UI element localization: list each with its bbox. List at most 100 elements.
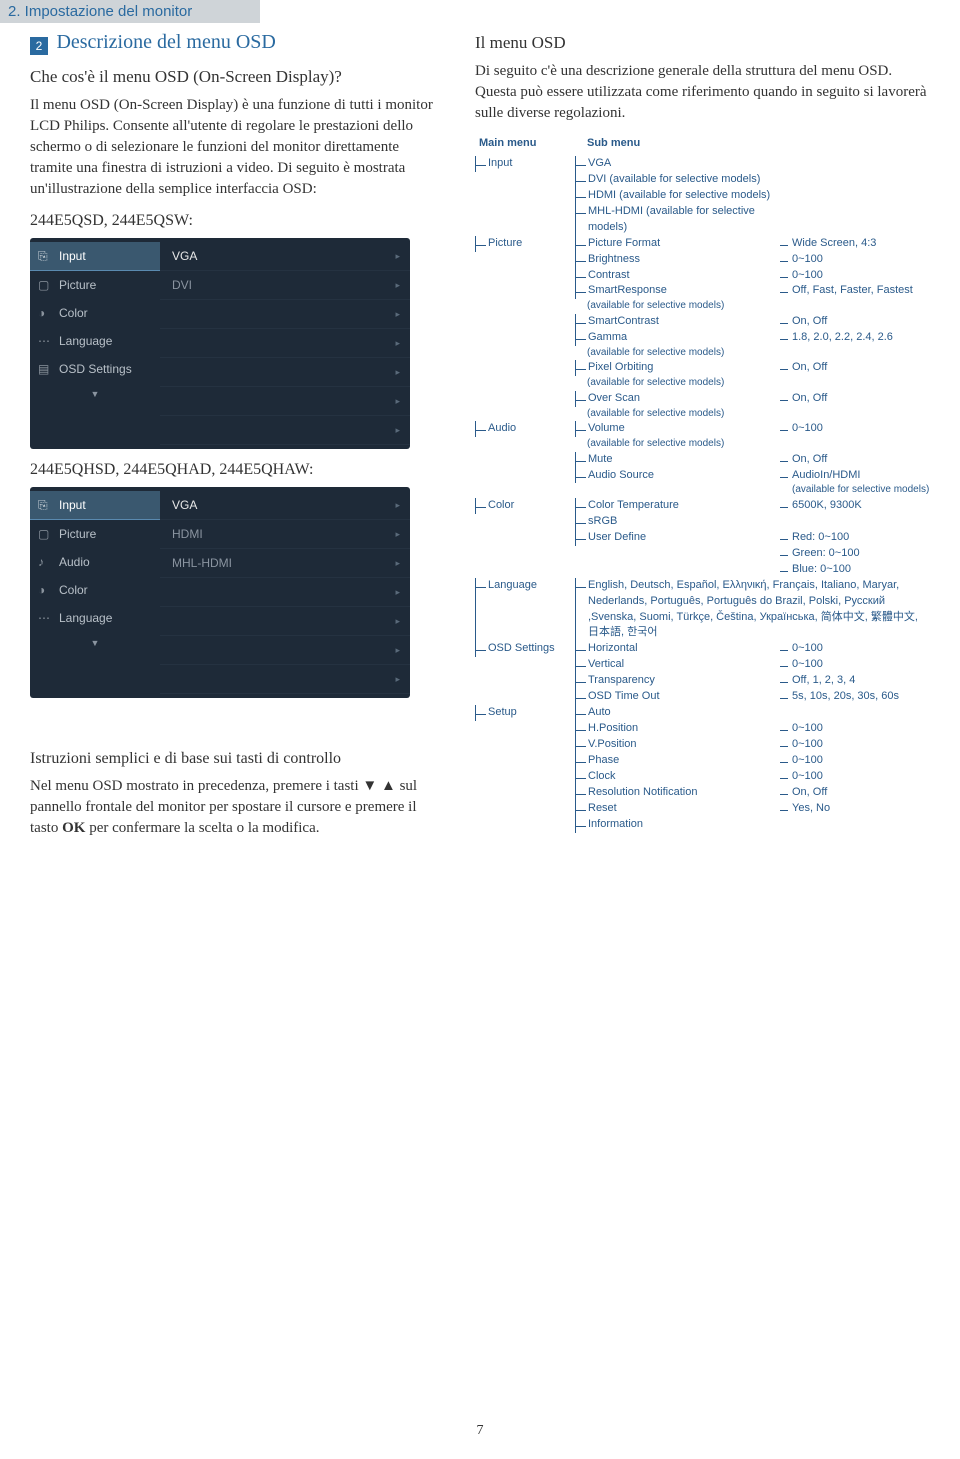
tree-smartcontrast: SmartContrast [575, 314, 780, 330]
tree-note: (available for selective models) [575, 437, 780, 452]
menu-tree: Main menu Sub menu InputVGA DVI (availab… [475, 136, 930, 833]
osd1-language[interactable]: ⋯ Language [30, 327, 160, 355]
subsection-title: Descrizione del menu OSD [56, 31, 275, 54]
tree-input: Input [475, 156, 575, 172]
plug-icon: ⎘ [38, 249, 52, 263]
osd-panel-2: ⎘Input ▢Picture ♪Audio ◑Color ⋯Language … [30, 487, 410, 698]
color-icon: ◑ [38, 306, 52, 320]
tree-gamma-val: 1.8, 2.0, 2.2, 2.4, 2.6 [780, 330, 930, 346]
tree-color: Color [475, 498, 575, 514]
osd2-left-menu: ⎘Input ▢Picture ♪Audio ◑Color ⋯Language … [30, 487, 160, 698]
osd1-color[interactable]: ◑ Color [30, 299, 160, 327]
tree-auto: Auto [575, 705, 780, 721]
osd2-color[interactable]: ◑ Color [30, 576, 160, 604]
osd2-vga[interactable]: VGA [160, 491, 410, 520]
tree-setup: Setup [475, 705, 575, 721]
tree-pixelorbit-val: On, Off [780, 360, 930, 376]
tree-resnotif-val: On, Off [780, 785, 930, 801]
plug-icon: ⎘ [38, 498, 52, 512]
osd2-item-label: Color [59, 583, 88, 597]
osd1-empty [160, 416, 410, 445]
osd2-empty [160, 636, 410, 665]
osd1-item-label: Input [59, 249, 86, 263]
main-menu-header: Main menu [475, 136, 575, 152]
tree-note: (available for selective models) [575, 376, 780, 391]
settings-icon: ▤ [38, 362, 52, 376]
osd1-empty [160, 358, 410, 387]
right-paragraph: Di seguito c'è una descrizione generale … [475, 61, 930, 124]
tree-clock: Clock [575, 769, 780, 785]
osd2-picture[interactable]: ▢Picture [30, 520, 160, 548]
left-column: 2 Descrizione del menu OSD Che cos'è il … [30, 23, 445, 851]
tree-mute-val: On, Off [780, 452, 930, 468]
tree-language: Language [475, 578, 575, 642]
question-osd: Che cos'è il menu OSD (On-Screen Display… [30, 67, 445, 87]
tree-brightness: Brightness [575, 252, 780, 268]
tree-horizontal-val: 0~100 [780, 641, 930, 657]
sub-menu-header: Sub menu [575, 136, 930, 152]
tree-input-mhl: MHL-HDMI (available for selective models… [575, 204, 780, 236]
arrow-down-icon[interactable]: ▼ [30, 632, 160, 654]
tree-note: (available for selective models) [780, 483, 930, 498]
tree-brightness-val: 0~100 [780, 252, 930, 268]
tree-gamma: Gamma [575, 330, 780, 346]
osd1-item-label: Color [59, 306, 88, 320]
tree-smartresponse-val: Off, Fast, Faster, Fastest [780, 283, 930, 299]
osd1-picture[interactable]: ▢Picture [30, 271, 160, 299]
page-number: 7 [477, 1423, 484, 1439]
tree-reset-val: Yes, No [780, 801, 930, 817]
tree-phase: Phase [575, 753, 780, 769]
color-icon: ◑ [38, 583, 52, 597]
tree-contrast-val: 0~100 [780, 268, 930, 284]
globe-icon: ⋯ [38, 611, 52, 625]
osd1-input[interactable]: ⎘ Input [30, 242, 160, 271]
osd1-dvi[interactable]: DVI [160, 271, 410, 300]
tree-volume-val: 0~100 [780, 421, 930, 437]
instr-part-c: per confermare la scelta o la modifica. [85, 820, 319, 836]
tree-language-list: English, Deutsch, Español, Ελληνική, Fra… [575, 578, 930, 642]
osd1-item-label: Language [59, 334, 112, 348]
tree-horizontal: Horizontal [575, 641, 780, 657]
osd2-item-label: Language [59, 611, 112, 625]
tree-audio: Audio [475, 421, 575, 437]
osd1-right-menu: VGA DVI [160, 238, 410, 449]
tree-vertical-val: 0~100 [780, 657, 930, 673]
osd2-item-label: Input [59, 498, 86, 512]
tree-hposition-val: 0~100 [780, 721, 930, 737]
tree-userdefine: User Define [575, 530, 780, 546]
osd2-language[interactable]: ⋯ Language [30, 604, 160, 632]
osd2-empty [160, 607, 410, 636]
osd1-empty [160, 387, 410, 416]
tree-osdtimeout: OSD Time Out [575, 689, 780, 705]
arrow-keys-glyph: ▼ ▲ [362, 778, 395, 794]
osd1-vga[interactable]: VGA [160, 242, 410, 271]
tree-resnotif: Resolution Notification [575, 785, 780, 801]
instr-part-a: Nel menu OSD mostrato in precedenza, pre… [30, 778, 362, 794]
arrow-down-icon[interactable]: ▼ [30, 383, 160, 405]
section-header: 2. Impostazione del monitor [0, 0, 260, 23]
audio-icon: ♪ [38, 555, 52, 569]
osd2-input[interactable]: ⎘ Input [30, 491, 160, 520]
tree-mute: Mute [575, 452, 780, 468]
tree-blue: Blue: 0~100 [780, 562, 930, 578]
tree-reset: Reset [575, 801, 780, 817]
osd2-hdmi[interactable]: HDMI [160, 520, 410, 549]
osd2-item-label: Picture [59, 527, 96, 541]
osd1-osdsettings[interactable]: ▤OSD Settings [30, 355, 160, 383]
tree-vposition: V.Position [575, 737, 780, 753]
osd2-empty [160, 665, 410, 694]
osd1-item-label: Picture [59, 278, 96, 292]
instructions-heading: Istruzioni semplici e di base sui tasti … [30, 750, 445, 768]
page-body: 2 Descrizione del menu OSD Che cos'è il … [0, 23, 960, 871]
tree-note: (available for selective models) [575, 299, 780, 314]
osd2-empty [160, 578, 410, 607]
tree-contrast: Contrast [575, 268, 780, 284]
osd2-mhlhdmi[interactable]: MHL-HDMI [160, 549, 410, 578]
globe-icon: ⋯ [38, 334, 52, 348]
osd2-audio[interactable]: ♪Audio [30, 548, 160, 576]
tree-hposition: H.Position [575, 721, 780, 737]
badge-2: 2 [30, 37, 48, 55]
tree-transparency: Transparency [575, 673, 780, 689]
tree-note: (available for selective models) [575, 407, 780, 422]
osd1-empty [160, 329, 410, 358]
